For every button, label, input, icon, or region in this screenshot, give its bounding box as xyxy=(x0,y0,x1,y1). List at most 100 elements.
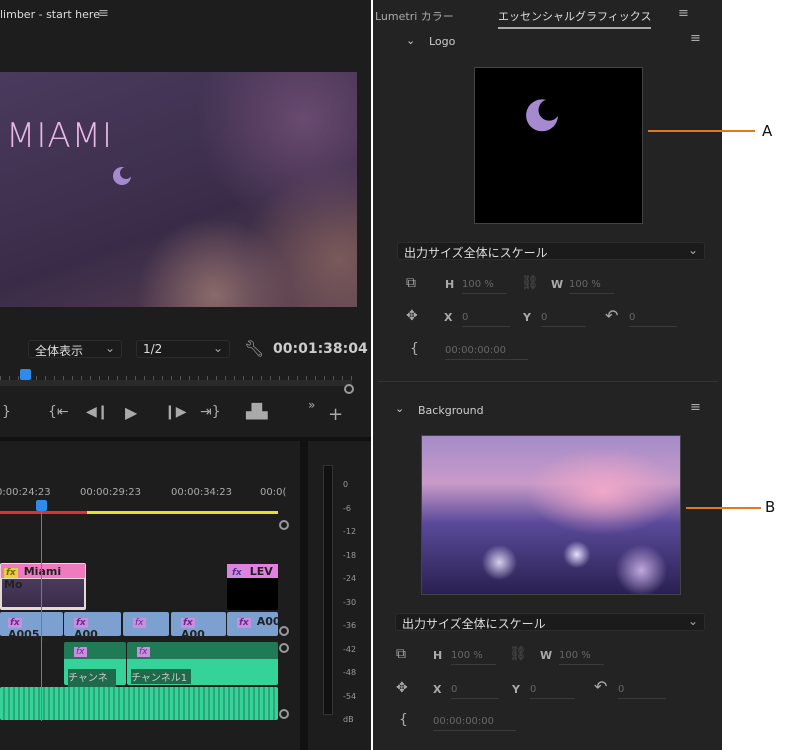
audio-clip[interactable]: fxチャンネル1 xyxy=(64,642,126,699)
callout-label-b: B xyxy=(765,498,776,516)
ruler-label: 00:00:34:23 xyxy=(171,487,233,498)
play-icon[interactable]: ▶︎ xyxy=(125,403,137,422)
scale-icon: ⧉ xyxy=(396,646,406,662)
zoom-handle[interactable] xyxy=(344,384,354,394)
essential-graphics-panel: Lumetri カラー エッセンシャルグラフィックス ≡ ⌄ Logo ≡ 出力… xyxy=(373,0,722,750)
zoom-select-value: 全体表示 xyxy=(35,344,84,358)
unlink-icon[interactable]: ⛓︎ xyxy=(509,646,527,662)
meter-tick: -42 xyxy=(343,644,357,654)
clip-v1[interactable]: fxA00 xyxy=(171,612,226,641)
meter-tick: dB xyxy=(343,715,354,724)
panel-menu-icon[interactable]: ≡ xyxy=(98,6,109,21)
scroll-handle[interactable] xyxy=(279,520,289,530)
scale-select-value: 出力サイズ全体にスケール xyxy=(404,246,548,260)
collapse-chevron-icon[interactable]: ⌄ xyxy=(406,34,415,47)
fx-badge: fx xyxy=(74,618,88,628)
go-to-out-icon[interactable]: ⇥} xyxy=(200,404,221,420)
ruler-label: 00:0( xyxy=(260,487,287,498)
scroll-handle[interactable] xyxy=(279,643,289,653)
x-label: X xyxy=(433,683,442,696)
scale-select[interactable]: 出力サイズ全体にスケール ⌄ xyxy=(397,242,705,260)
fx-badge: fx xyxy=(181,618,195,628)
callout-line-b xyxy=(686,507,761,509)
resolution-select[interactable]: 1/2 ⌄ xyxy=(136,340,230,358)
layer-menu-icon[interactable]: ≡ xyxy=(690,31,701,46)
layer-name: Background xyxy=(418,404,484,417)
chevron-down-icon: ⌄ xyxy=(104,341,115,355)
fx-badge: fx xyxy=(8,618,22,628)
tab-lumetri[interactable]: Lumetri カラー xyxy=(375,8,454,24)
playhead[interactable] xyxy=(20,369,31,380)
chevron-down-icon: ⌄ xyxy=(687,243,698,257)
callout-line-a xyxy=(648,130,755,132)
time-icon: { xyxy=(399,712,408,728)
clip-label: A00 xyxy=(256,615,278,628)
clip-v1[interactable]: fxA00 xyxy=(64,612,121,641)
height-field[interactable]: 100 % xyxy=(451,650,496,665)
unlink-icon[interactable]: ⛓︎ xyxy=(521,275,539,291)
clip-v1[interactable]: fxA00 xyxy=(227,612,278,636)
timecode[interactable]: 00:01:38:04 xyxy=(273,341,368,357)
go-to-in-icon[interactable]: {⇤ xyxy=(48,404,69,420)
logo-thumbnail xyxy=(474,67,643,224)
resolution-select-value: 1/2 xyxy=(143,342,163,356)
callout-label-a: A xyxy=(762,122,773,140)
meter-tick: -18 xyxy=(343,550,357,560)
clip-label: A00 xyxy=(181,628,205,641)
scrubber[interactable] xyxy=(0,372,352,386)
export-frame-icon[interactable]: ▟▙ xyxy=(246,404,268,420)
x-label: X xyxy=(444,311,453,324)
step-forward-icon[interactable]: ❙▶︎ xyxy=(164,404,187,420)
clip-lev[interactable]: fx LEV xyxy=(227,564,278,610)
wrench-icon[interactable]: 🔧︎ xyxy=(244,339,264,358)
meter-tick: -12 xyxy=(343,527,357,536)
clip-v1[interactable]: fx xyxy=(123,612,169,636)
y-field[interactable]: 0 xyxy=(530,684,575,699)
clip-label: LEV xyxy=(249,565,273,578)
y-field[interactable]: 0 xyxy=(541,312,586,327)
time-icon: { xyxy=(410,341,419,357)
background-thumbnail xyxy=(421,435,681,595)
fx-badge: fx xyxy=(133,618,146,628)
y-label: Y xyxy=(512,683,520,696)
rotation-field[interactable]: 0 xyxy=(629,312,677,327)
mark-out-icon[interactable]: } xyxy=(2,404,11,420)
program-monitor-title[interactable]: limber - start here xyxy=(0,8,100,21)
tab-essential-graphics[interactable]: エッセンシャルグラフィックス xyxy=(498,8,652,29)
more-icon[interactable]: » xyxy=(308,398,315,412)
scroll-handle[interactable] xyxy=(279,709,289,719)
collapse-chevron-icon[interactable]: ⌄ xyxy=(395,402,404,415)
clip-v1[interactable]: fxA005_ xyxy=(0,612,63,641)
scale-select[interactable]: 出力サイズ全体にスケール ⌄ xyxy=(395,613,705,631)
divider xyxy=(0,437,371,441)
step-back-icon[interactable]: ◀︎❙ xyxy=(86,404,109,420)
rotation-field[interactable]: 0 xyxy=(618,684,666,699)
time-field[interactable]: 00:00:00:00 xyxy=(445,345,528,360)
x-field[interactable]: 0 xyxy=(462,312,510,327)
logo-graphic xyxy=(100,162,162,224)
program-video: MIAMI xyxy=(0,72,357,307)
zoom-select[interactable]: 全体表示 ⌄ xyxy=(28,340,122,358)
width-field[interactable]: 100 % xyxy=(559,650,604,665)
render-bar-red xyxy=(0,511,87,514)
time-field[interactable]: 00:00:00:00 xyxy=(433,716,516,731)
x-field[interactable]: 0 xyxy=(451,684,499,699)
scroll-handle[interactable] xyxy=(279,626,289,636)
height-field[interactable]: 100 % xyxy=(462,279,507,294)
chevron-down-icon: ⌄ xyxy=(212,341,223,355)
panel-menu-icon[interactable]: ≡ xyxy=(678,6,689,21)
clip-label: A00 xyxy=(74,628,98,641)
timeline-playhead[interactable] xyxy=(36,500,47,511)
width-field[interactable]: 100 % xyxy=(569,279,614,294)
video-title-text: MIAMI xyxy=(6,116,113,156)
scale-select-value: 出力サイズ全体にスケール xyxy=(402,617,546,631)
meter-tick: -54 xyxy=(343,691,357,701)
add-button-icon[interactable]: + xyxy=(328,404,343,425)
render-bar-yellow xyxy=(87,511,278,514)
audio-clip[interactable]: fxチャンネル1 xyxy=(127,642,278,685)
layer-menu-icon[interactable]: ≡ xyxy=(690,400,701,415)
fx-badge: fx xyxy=(230,568,244,578)
clip-miami[interactable]: fx Miami Mo xyxy=(0,563,86,610)
playhead-line xyxy=(41,511,42,721)
audio-meter xyxy=(323,465,333,715)
